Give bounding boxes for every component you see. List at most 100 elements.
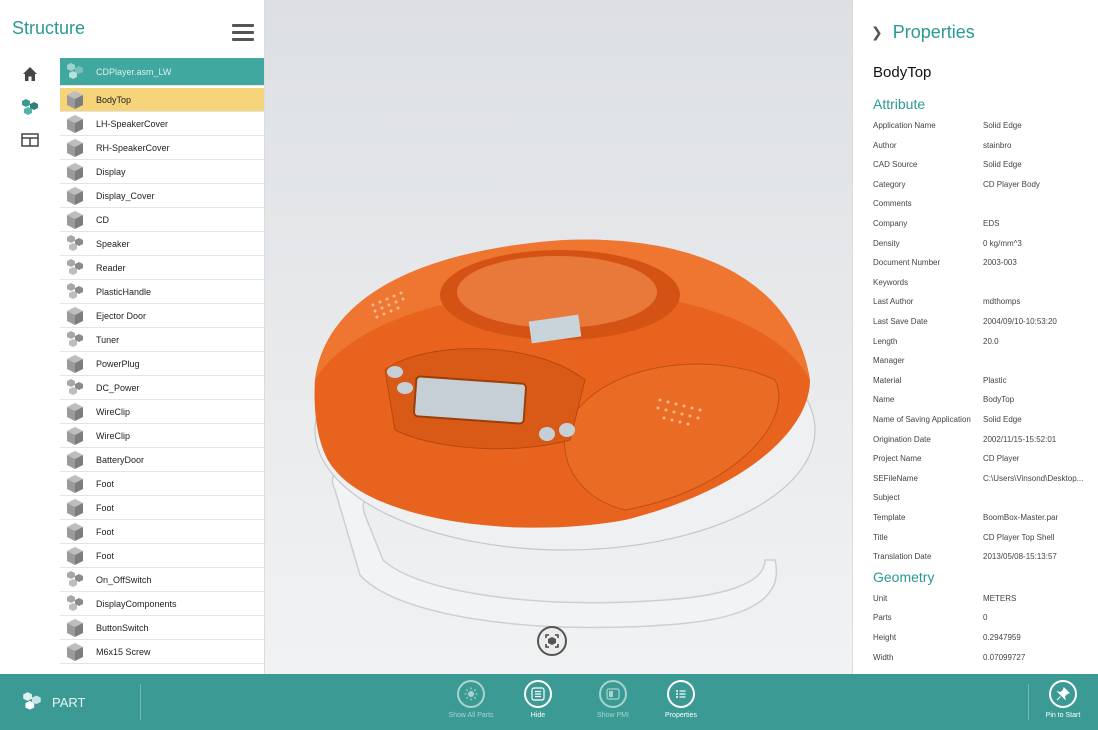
tree-item[interactable]: Reader (60, 256, 264, 280)
tree-item[interactable]: PowerPlug (60, 352, 264, 376)
geometry-section-title: Geometry (873, 568, 935, 585)
tree-item-label: BodyTop (96, 94, 132, 105)
mode-indicator: PART (20, 690, 85, 714)
tree-item[interactable]: Foot (60, 544, 264, 568)
tree-root-label: CDPlayer.asm_LW (96, 66, 172, 77)
tree-item[interactable]: WireClip (60, 400, 264, 424)
tree-item[interactable]: Display_Cover (60, 184, 264, 208)
property-value: 0.07099727 (983, 652, 1026, 662)
tree-item-label: Display (96, 166, 126, 177)
tree-item[interactable]: BodyTop (60, 88, 264, 112)
property-value: 20.0 (983, 336, 999, 346)
property-value: CD Player Body (983, 179, 1040, 189)
hamburger-menu-icon[interactable] (232, 24, 254, 42)
property-value: 2013/05/08-15:13:57 (983, 552, 1057, 562)
cd-player-model[interactable] (265, 0, 852, 674)
properties-header: ❯ Properties (871, 22, 975, 43)
property-key: Name of Saving Application (873, 415, 971, 424)
property-row: Document Number 2003-003 (873, 253, 1098, 273)
property-key: Title (873, 532, 888, 542)
properties-icon (674, 687, 688, 701)
property-value: 2004/09/10-10:53:20 (983, 317, 1057, 326)
property-row: Last Save Date 2004/09/10-10:53:20 (873, 312, 1098, 332)
property-key: SEFileName (873, 473, 918, 483)
3d-viewport[interactable] (265, 0, 852, 674)
tree-root-item[interactable]: CDPlayer.asm_LW (60, 58, 264, 86)
chevron-right-icon[interactable]: ❯ (871, 25, 883, 41)
tree-items: BodyTop LH-SpeakerCover RH-SpeakerCover Dis… (60, 88, 264, 664)
tree-item-label: Display_Cover (96, 190, 155, 201)
tree-item[interactable]: Ejector Door (60, 304, 264, 328)
bar-button-label: Show All Parts (448, 712, 494, 719)
fit-view-icon (545, 634, 559, 648)
tree-item[interactable]: DC_Power (60, 376, 264, 400)
tree-item[interactable]: Tuner (60, 328, 264, 352)
tree-item-label: CD (96, 214, 109, 225)
tree-item[interactable]: LH-SpeakerCover (60, 112, 264, 136)
tree-item[interactable]: BatteryDoor (60, 448, 264, 472)
property-row: Category CD Player Body (873, 175, 1098, 195)
properties-panel: ❯ Properties BodyTop Attribute Applicatio… (852, 0, 1098, 674)
property-value: 0 kg/mm^3 (983, 238, 1022, 248)
pin-to-start-button[interactable]: Pin to Start (1028, 680, 1098, 719)
bar-button-label: Hide (530, 712, 546, 719)
tree-item[interactable]: RH-SpeakerCover (60, 136, 264, 160)
mode-label: PART (52, 694, 86, 710)
tree-item[interactable]: WireClip (60, 424, 264, 448)
part-icon (67, 522, 83, 541)
tree-item[interactable]: PlasticHandle (60, 280, 264, 304)
property-key: Width (873, 652, 894, 662)
part-icon (67, 498, 83, 517)
property-row: SEFileName C:\Users\Vinsond\Desktop... (873, 469, 1098, 489)
part-icon (67, 474, 83, 493)
list-icon (531, 687, 545, 701)
property-value: EDS (983, 219, 1000, 228)
property-key: Template (873, 513, 906, 522)
hide-button[interactable]: Hide (503, 680, 573, 719)
home-icon[interactable] (0, 58, 60, 90)
assembly-icon[interactable] (0, 91, 60, 123)
assembly-icon (67, 234, 83, 251)
properties-title: Properties (892, 22, 975, 42)
tree-item[interactable]: Foot (60, 520, 264, 544)
property-key: Last Author (873, 297, 914, 307)
property-row: Origination Date 2002/11/15-15:52:01 (873, 430, 1098, 450)
property-key: Subject (873, 493, 900, 503)
tree-item[interactable]: M6x15 Screw (60, 640, 264, 664)
property-value: 2003-003 (983, 258, 1017, 268)
tree-item-label: WireClip (96, 430, 131, 441)
part-icon (67, 210, 83, 229)
property-value: Solid Edge (983, 121, 1022, 130)
part-icon (67, 450, 83, 469)
tree-item[interactable]: Foot (60, 496, 264, 520)
property-value: METERS (983, 593, 1017, 603)
pmi-icon (606, 687, 620, 701)
show-all-parts-button[interactable]: Show All Parts (436, 680, 506, 719)
structure-side-nav (0, 58, 60, 157)
tree-item[interactable]: Foot (60, 472, 264, 496)
tree-item-label: PlasticHandle (96, 286, 152, 297)
tree-item[interactable]: ButtonSwitch (60, 616, 264, 640)
properties-button[interactable]: Properties (646, 680, 716, 719)
property-key: Unit (873, 593, 888, 603)
property-key: Origination Date (873, 434, 931, 444)
fit-view-button[interactable] (537, 626, 567, 656)
part-icon (67, 402, 83, 421)
tree-item[interactable]: Speaker (60, 232, 264, 256)
part-icon (67, 186, 83, 205)
property-value: 0.2947959 (983, 633, 1021, 642)
property-key: Density (873, 238, 900, 248)
tree-item[interactable]: DisplayComponents (60, 592, 264, 616)
tree-item[interactable]: CD (60, 208, 264, 232)
show-pmi-button[interactable]: Show PMI (578, 680, 648, 719)
property-value: stainbro (983, 140, 1012, 150)
bar-button-label: Properties (665, 712, 697, 719)
tree-item-label: M6x15 Screw (96, 646, 151, 657)
property-value: CD Player Top Shell (983, 532, 1055, 542)
tree-item[interactable]: Display (60, 160, 264, 184)
part-icon (67, 90, 83, 109)
property-key: CAD Source (873, 160, 918, 170)
layout-icon[interactable] (0, 124, 60, 156)
tree-item[interactable]: On_OffSwitch (60, 568, 264, 592)
selected-part-name: BodyTop (873, 64, 932, 81)
